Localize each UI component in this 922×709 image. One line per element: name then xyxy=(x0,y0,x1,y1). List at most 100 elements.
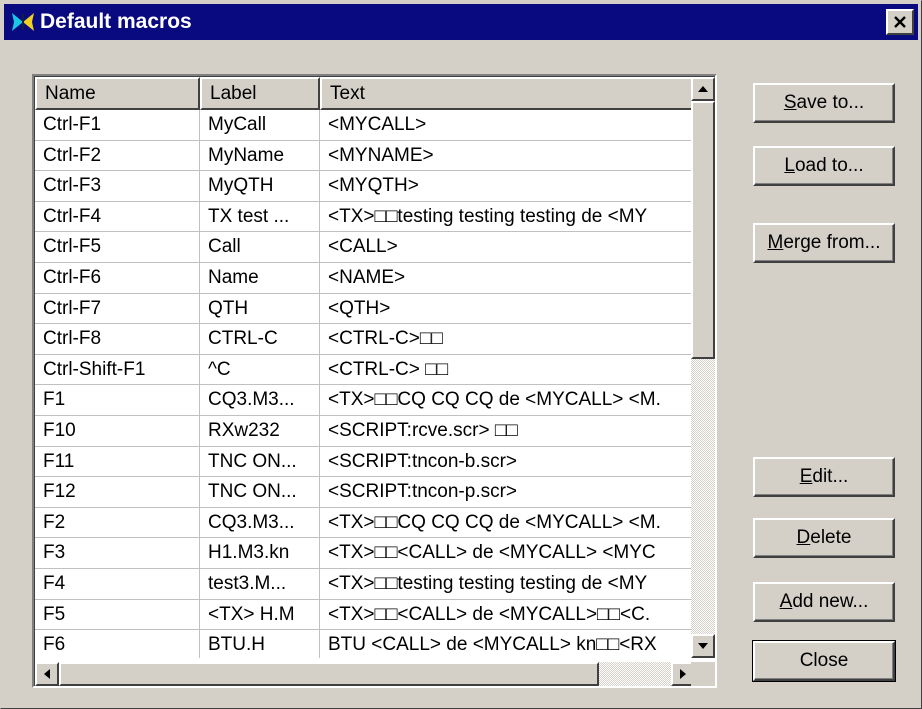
table-row[interactable]: Ctrl-F5 Call <CALL> xyxy=(35,232,695,263)
macro-name-cell: F12 xyxy=(35,477,200,507)
horizontal-scrollbar[interactable] xyxy=(35,662,695,686)
add-new-accel: A xyxy=(779,591,793,612)
macro-label-cell: Call xyxy=(200,232,320,262)
merge-from-button[interactable]: Merge from... xyxy=(753,223,895,263)
title-bar: Default macros xyxy=(4,4,918,40)
vertical-scrollbar[interactable] xyxy=(691,77,715,658)
macro-label-cell: CTRL-C xyxy=(200,324,320,354)
table-row[interactable]: F11 TNC ON... <SCRIPT:tncon-b.scr> xyxy=(35,446,695,478)
macro-name-cell: Ctrl-F1 xyxy=(35,110,200,140)
macro-label-cell: <TX> H.M xyxy=(200,599,320,630)
edit-accel: E xyxy=(799,466,813,487)
table-row[interactable]: Ctrl-F7 QTH <QTH> xyxy=(35,293,695,325)
save-to-button[interactable]: Save to... xyxy=(753,83,895,123)
edit-button[interactable]: Edit... xyxy=(753,457,895,497)
add-new-button[interactable]: Add new... xyxy=(753,582,895,622)
macro-label-cell: ^C xyxy=(200,354,320,385)
macro-label-cell: H1.M3.kn xyxy=(200,538,320,568)
table-row[interactable]: F6 BTU.H BTU <CALL> de <MYCALL> kn□□<RX xyxy=(35,630,695,658)
close-button[interactable]: Close xyxy=(752,640,896,682)
close-icon xyxy=(894,16,906,28)
macro-text-cell: <NAME> xyxy=(328,266,406,288)
macro-text-cell: <MYCALL> xyxy=(328,114,427,135)
macro-label-cell: MyQTH xyxy=(200,171,320,201)
arrow-up-icon xyxy=(698,86,708,92)
macro-label-cell: RXw232 xyxy=(200,415,320,446)
table-row[interactable]: F5 <TX> H.M <TX>□□<CALL> de <MYCALL>□□<C. xyxy=(35,599,695,631)
scroll-left-button[interactable] xyxy=(35,662,59,686)
load-to-button[interactable]: Load to... xyxy=(753,146,895,186)
macro-name-cell: F11 xyxy=(35,446,200,477)
scroll-down-button[interactable] xyxy=(691,634,715,658)
delete-accel: D xyxy=(796,527,811,548)
table-row[interactable]: F10 RXw232 <SCRIPT:rcve.scr> □□ xyxy=(35,415,695,447)
macro-name-cell: F10 xyxy=(35,415,200,446)
macro-label-cell: TX test ... xyxy=(200,201,320,232)
macro-text-cell: <CALL> xyxy=(328,236,398,258)
table-row[interactable]: Ctrl-Shift-F1 ^C <CTRL-C> □□ xyxy=(35,354,695,386)
table-row[interactable]: Ctrl-F4 TX test ... <TX>□□testing testing … xyxy=(35,201,695,233)
merge-from-text: erge from... xyxy=(783,232,881,253)
edit-label: Edit... xyxy=(800,466,849,488)
macro-text-cell: <TX>□□<CALL> de <MYCALL>□□<C. xyxy=(328,603,651,625)
table-row[interactable]: Ctrl-F8 CTRL-C <CTRL-C>□□ xyxy=(35,324,695,355)
load-to-text: oad to... xyxy=(794,155,864,176)
table-row[interactable]: F1 CQ3.M3... <TX>□□CQ CQ CQ de <MYCALL> <M… xyxy=(35,385,695,416)
macro-name-cell: F3 xyxy=(35,538,200,568)
macro-name-cell: F4 xyxy=(35,568,200,599)
scroll-up-button[interactable] xyxy=(691,77,715,101)
save-to-accel: S xyxy=(783,92,797,113)
window-title: Default macros xyxy=(40,10,192,33)
macro-label-cell: CQ3.M3... xyxy=(200,385,320,415)
close-button-label: Close xyxy=(799,650,849,671)
add-new-text: dd new... xyxy=(792,591,869,612)
save-to-text: ave to... xyxy=(796,92,865,113)
column-header-text[interactable]: Text xyxy=(320,77,695,110)
macro-name-cell: Ctrl-F8 xyxy=(35,324,200,354)
macro-text-cell: <CTRL-C> □□ xyxy=(328,358,449,380)
add-new-label: Add new... xyxy=(780,591,869,613)
close-window-button[interactable] xyxy=(886,9,914,35)
horizontal-scroll-thumb[interactable] xyxy=(59,662,599,686)
macro-label-cell: BTU.H xyxy=(200,630,320,658)
vertical-scroll-thumb[interactable] xyxy=(691,101,715,359)
arrow-right-icon xyxy=(680,669,686,679)
load-to-label: Load to... xyxy=(784,155,863,177)
edit-text: dit... xyxy=(812,466,849,487)
macro-text-cell: <TX>□□CQ CQ CQ de <MYCALL> <M. xyxy=(328,389,661,411)
macro-name-cell: Ctrl-F7 xyxy=(35,293,200,324)
column-header-name[interactable]: Name xyxy=(35,77,200,110)
macro-name-cell: Ctrl-F2 xyxy=(35,140,200,171)
delete-text: elete xyxy=(810,527,852,548)
arrow-left-icon xyxy=(44,669,50,679)
scrollbar-corner xyxy=(691,662,715,686)
macro-text-cell: <QTH> xyxy=(328,297,391,319)
macro-name-cell: F2 xyxy=(35,507,200,538)
macro-label-cell: QTH xyxy=(200,293,320,324)
save-to-label: Save to... xyxy=(784,92,864,114)
list-header: Name Label Text xyxy=(35,77,695,110)
arrow-down-icon xyxy=(698,643,708,649)
merge-from-label: Merge from... xyxy=(768,232,881,254)
load-to-accel: L xyxy=(784,155,795,176)
butterfly-app-icon xyxy=(12,13,34,31)
column-header-label[interactable]: Label xyxy=(200,77,320,110)
table-row[interactable]: Ctrl-F3 MyQTH <MYQTH> xyxy=(35,171,695,202)
macro-text-cell: <CTRL-C>□□ xyxy=(328,328,443,350)
table-row[interactable]: F12 TNC ON... <SCRIPT:tncon-p.scr> xyxy=(35,477,695,508)
macro-text-cell: <SCRIPT:rcve.scr> □□ xyxy=(328,419,518,441)
table-row[interactable]: F4 test3.M... <TX>□□testing testing testin… xyxy=(35,568,695,600)
table-row[interactable]: Ctrl-F6 Name <NAME> xyxy=(35,262,695,294)
table-row[interactable]: Ctrl-F2 MyName <MYNAME> xyxy=(35,140,695,172)
macro-label-cell: test3.M... xyxy=(200,568,320,599)
dialog-window: Default macros Name Label Text Ctrl-F1 My… xyxy=(0,0,922,709)
macro-text-cell: <SCRIPT:tncon-p.scr> xyxy=(328,481,518,503)
macro-list[interactable]: Name Label Text Ctrl-F1 MyCall <MYCALL> Ctr… xyxy=(32,74,717,688)
macro-label-cell: TNC ON... xyxy=(200,446,320,477)
table-row[interactable]: F3 H1.M3.kn <TX>□□<CALL> de <MYCALL> <MYC xyxy=(35,538,695,569)
delete-button[interactable]: Delete xyxy=(753,518,895,558)
macro-name-cell: F1 xyxy=(35,385,200,415)
table-row[interactable]: Ctrl-F1 MyCall <MYCALL> xyxy=(35,110,695,141)
table-row[interactable]: F2 CQ3.M3... <TX>□□CQ CQ CQ de <MYCALL> <M… xyxy=(35,507,695,539)
macro-name-cell: F5 xyxy=(35,599,200,630)
